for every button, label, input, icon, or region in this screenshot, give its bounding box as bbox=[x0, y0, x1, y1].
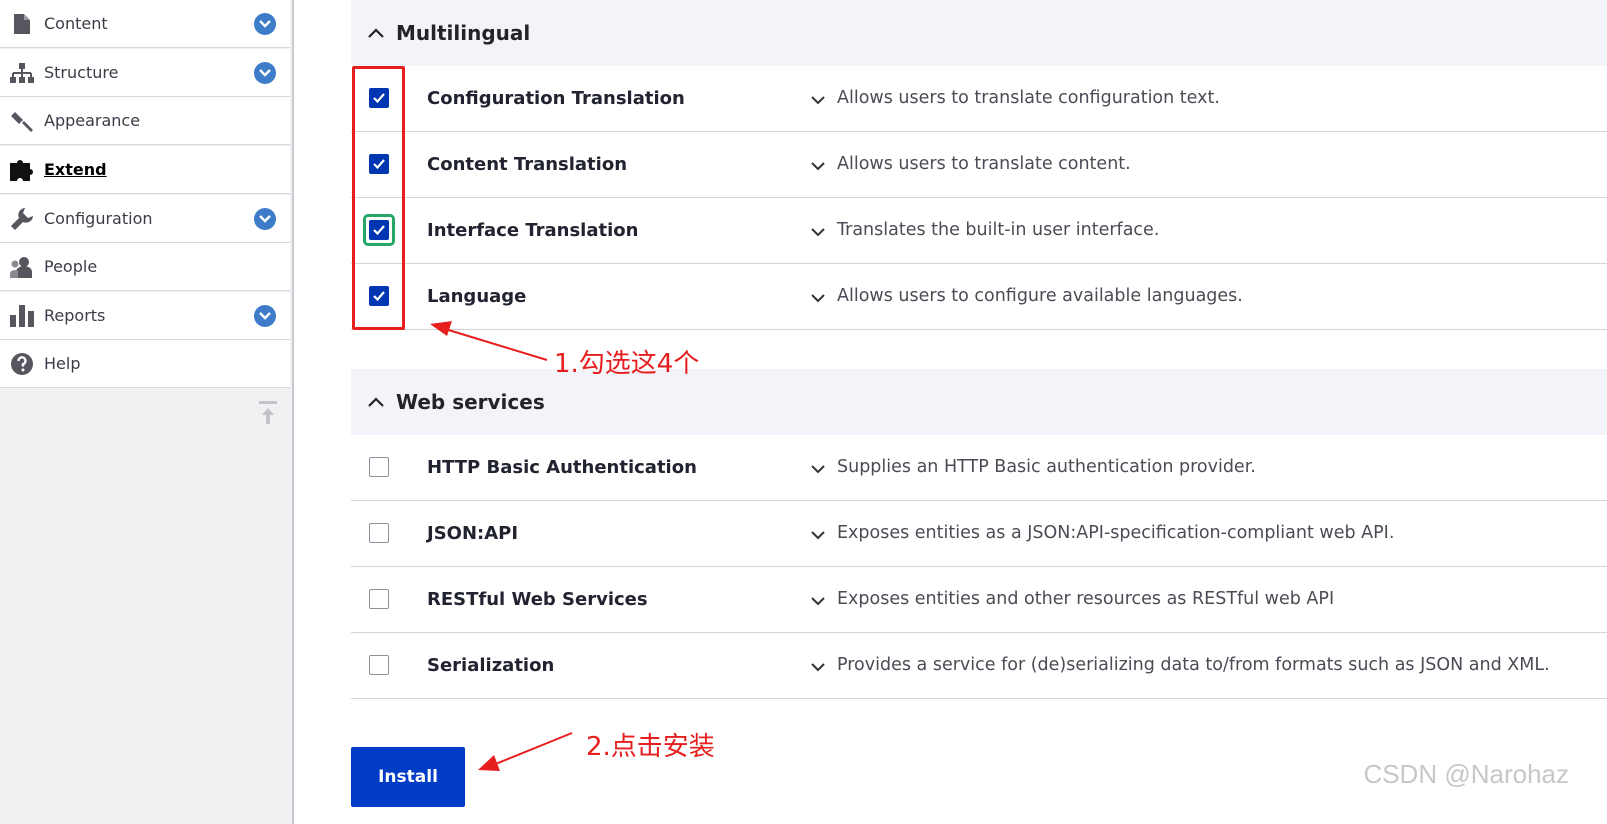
sidebar-item-extend[interactable]: Extend bbox=[0, 146, 290, 194]
chevron-down-icon[interactable] bbox=[810, 224, 826, 238]
sidebar-item-label: People bbox=[44, 257, 98, 276]
group-title: Web services bbox=[396, 390, 545, 414]
module-description[interactable]: Allows users to translate content. bbox=[837, 154, 1131, 174]
module-row: Content Translation Allows users to tran… bbox=[351, 132, 1607, 198]
chevron-down-icon[interactable] bbox=[254, 304, 276, 327]
sitemap-icon bbox=[10, 61, 34, 85]
annotation-step-2: 2.点击安装 bbox=[586, 732, 715, 762]
sidebar-item-structure[interactable]: Structure bbox=[0, 49, 290, 97]
bar-chart-icon bbox=[10, 304, 34, 328]
module-description[interactable]: Provides a service for (de)serializing d… bbox=[837, 655, 1550, 675]
sidebar-item-label: Help bbox=[44, 354, 81, 373]
module-description[interactable]: Allows users to configure available lang… bbox=[837, 286, 1243, 306]
file-icon bbox=[10, 12, 34, 36]
annotation-highlight-box bbox=[352, 66, 405, 330]
module-description[interactable]: Supplies an HTTP Basic authentication pr… bbox=[837, 457, 1256, 477]
module-name: Serialization bbox=[427, 655, 555, 676]
watermark: CSDN @Narohaz bbox=[1363, 759, 1569, 789]
module-checkbox[interactable] bbox=[369, 589, 389, 609]
module-description[interactable]: Exposes entities and other resources as … bbox=[837, 589, 1334, 609]
module-name: Configuration Translation bbox=[427, 88, 685, 109]
module-name: JSON:API bbox=[427, 523, 519, 544]
sidebar-item-label: Appearance bbox=[44, 111, 141, 130]
chevron-down-icon[interactable] bbox=[810, 92, 826, 106]
module-checkbox[interactable] bbox=[369, 655, 389, 675]
module-checkbox[interactable] bbox=[369, 523, 389, 543]
module-row: Interface Translation Translates the bui… bbox=[351, 198, 1607, 264]
admin-sidebar: Content Structure Appearance Extend Conf… bbox=[0, 0, 294, 824]
sidebar-item-label: Reports bbox=[44, 306, 106, 325]
module-name: RESTful Web Services bbox=[427, 589, 648, 610]
group-header-web-services[interactable]: Web services bbox=[351, 369, 1607, 435]
sidebar-item-content[interactable]: Content bbox=[0, 0, 290, 48]
puzzle-icon bbox=[10, 158, 34, 182]
module-row: JSON:API Exposes entities as a JSON:API-… bbox=[351, 501, 1607, 567]
module-name: Content Translation bbox=[427, 154, 628, 175]
install-button[interactable]: Install bbox=[351, 747, 465, 807]
module-row: Configuration Translation Allows users t… bbox=[351, 66, 1607, 132]
chevron-down-icon[interactable] bbox=[254, 12, 276, 35]
sidebar-item-reports[interactable]: Reports bbox=[0, 292, 290, 340]
sidebar-item-appearance[interactable]: Appearance bbox=[0, 97, 290, 145]
module-name: Interface Translation bbox=[427, 220, 639, 241]
module-description[interactable]: Exposes entities as a JSON:API-specifica… bbox=[837, 523, 1394, 543]
chevron-down-icon[interactable] bbox=[810, 461, 826, 475]
chevron-up-icon bbox=[367, 393, 385, 411]
question-icon bbox=[10, 352, 34, 376]
sidebar-item-label: Configuration bbox=[44, 209, 153, 228]
module-list: Multilingual Configuration Translation A… bbox=[351, 0, 1607, 824]
module-row: Serialization Provides a service for (de… bbox=[351, 633, 1607, 699]
chevron-down-icon[interactable] bbox=[810, 659, 826, 673]
person-icon bbox=[10, 255, 34, 279]
module-name: HTTP Basic Authentication bbox=[427, 457, 697, 478]
module-checkbox[interactable] bbox=[369, 457, 389, 477]
annotation-step-1: 1.勾选这4个 bbox=[554, 349, 700, 379]
module-description[interactable]: Translates the built-in user interface. bbox=[837, 220, 1159, 240]
group-header-multilingual[interactable]: Multilingual bbox=[351, 0, 1607, 66]
chevron-down-icon[interactable] bbox=[810, 527, 826, 541]
paintbrush-icon bbox=[10, 109, 34, 133]
sidebar-item-label: Content bbox=[44, 14, 108, 33]
module-row: Language Allows users to configure avail… bbox=[351, 264, 1607, 330]
chevron-down-icon[interactable] bbox=[254, 207, 276, 230]
chevron-down-icon[interactable] bbox=[810, 290, 826, 304]
module-name: Language bbox=[427, 286, 527, 307]
module-row: RESTful Web Services Exposes entities an… bbox=[351, 567, 1607, 633]
module-row: HTTP Basic Authentication Supplies an HT… bbox=[351, 435, 1607, 501]
module-description[interactable]: Allows users to translate configuration … bbox=[837, 88, 1220, 108]
chevron-up-icon bbox=[367, 24, 385, 42]
chevron-down-icon[interactable] bbox=[810, 593, 826, 607]
wrench-icon bbox=[10, 207, 34, 231]
sidebar-item-people[interactable]: People bbox=[0, 243, 290, 291]
sidebar-item-label: Structure bbox=[44, 63, 119, 82]
group-title: Multilingual bbox=[396, 21, 531, 45]
chevron-down-icon[interactable] bbox=[810, 158, 826, 172]
chevron-down-icon[interactable] bbox=[254, 61, 276, 84]
sidebar-item-label: Extend bbox=[44, 160, 107, 179]
sidebar-item-help[interactable]: Help bbox=[0, 340, 290, 388]
sidebar-item-configuration[interactable]: Configuration bbox=[0, 195, 290, 243]
collapse-sidebar-icon[interactable] bbox=[258, 400, 278, 426]
